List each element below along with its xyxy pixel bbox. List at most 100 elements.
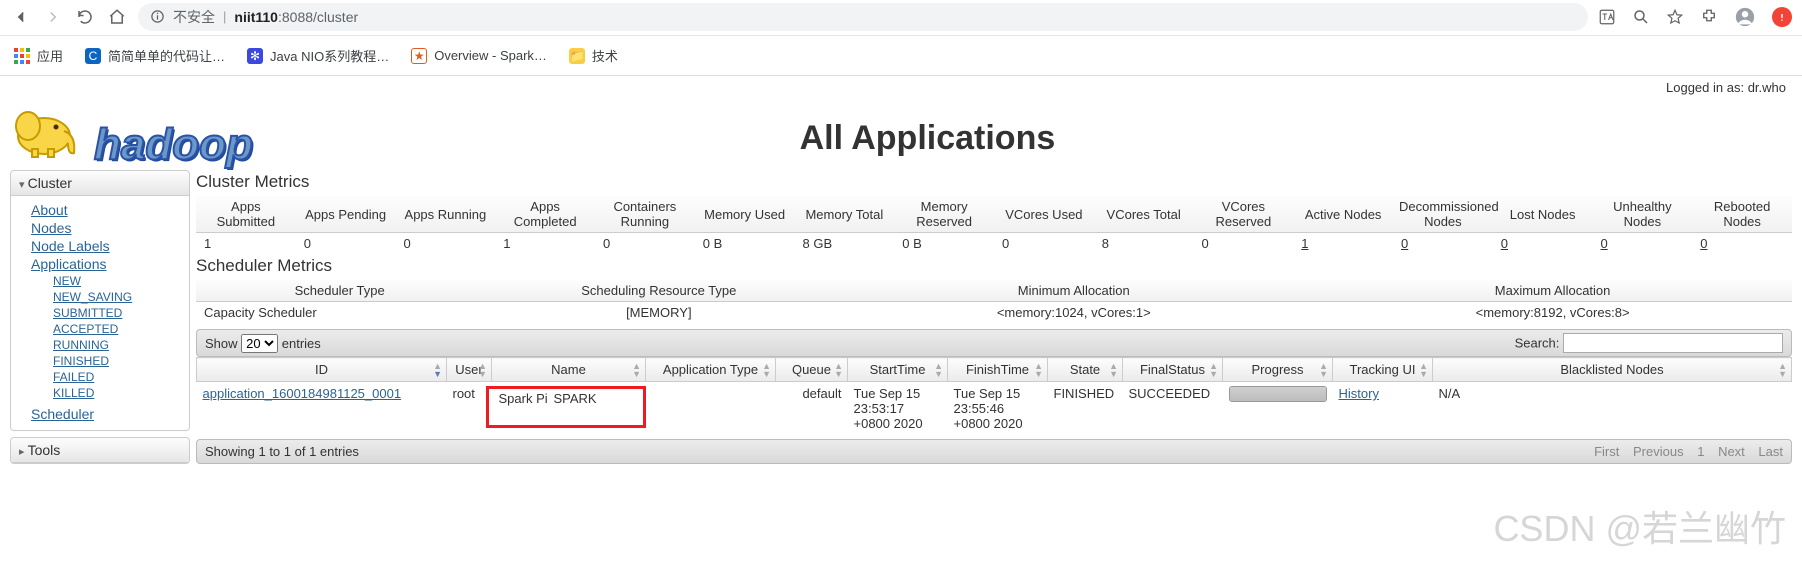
th-id[interactable]: ID▲▼ [197,358,447,382]
extension-icon[interactable] [1700,8,1718,26]
scheduler-metrics-row: Capacity Scheduler [MEMORY] <memory:1024… [196,302,1792,324]
th-active-nodes[interactable]: Active Nodes [1293,196,1393,233]
sidebar-state-failed[interactable]: FAILED [53,370,185,384]
cell-name: Spark Pi SPARK [492,382,646,436]
sidebar-link-node-labels[interactable]: Node Labels [31,238,185,254]
sidebar-head-cluster[interactable]: Cluster [11,171,189,196]
sidebar-state-running[interactable]: RUNNING [53,338,185,352]
th-memory-total[interactable]: Memory Total [795,196,895,233]
apps-button[interactable]: 应用 [14,46,63,65]
pager-1[interactable]: 1 [1697,444,1704,459]
home-button[interactable] [106,6,128,28]
bookmark-1[interactable]: C 简简单单的代码让… [85,46,225,65]
info-icon [150,9,165,24]
th-minimum-allocation[interactable]: Minimum Allocation [834,280,1313,302]
translate-icon[interactable] [1598,8,1616,26]
alert-icon[interactable] [1772,7,1792,27]
th-decommissioned-nodes[interactable]: Decommissioned Nodes [1393,196,1493,233]
sidebar-state-killed[interactable]: KILLED [53,386,185,400]
sidebar-state-new[interactable]: NEW [53,274,185,288]
sidebar: Cluster About Nodes Node Labels Applicat… [10,170,190,470]
table-row: application_1600184981125_0001 root Spar… [197,382,1792,436]
pager-last[interactable]: Last [1758,444,1783,459]
th-memory-used[interactable]: Memory Used [695,196,795,233]
table-info: Showing 1 to 1 of 1 entries [205,444,359,459]
bookmarks-bar: 应用 C 简简单单的代码让… ✻ Java NIO系列教程… ★ Overvie… [0,36,1802,76]
th-maximum-allocation[interactable]: Maximum Allocation [1313,280,1792,302]
pager-next[interactable]: Next [1718,444,1745,459]
th-rebooted-nodes[interactable]: Rebooted Nodes [1692,196,1792,233]
sidebar-link-applications[interactable]: Applications [31,256,185,272]
security-label: 不安全 [173,7,215,27]
th-scheduling-resource-type[interactable]: Scheduling Resource Type [483,280,834,302]
rebooted-nodes-link[interactable]: 0 [1700,236,1707,251]
sidebar-state-finished[interactable]: FINISHED [53,354,185,368]
url-text: niit110:8088/cluster [234,9,358,25]
tracking-link[interactable]: History [1339,386,1379,401]
th-memory-reserved[interactable]: Memory Reserved [894,196,994,233]
forward-button[interactable] [42,6,64,28]
decommissioned-nodes-link[interactable]: 0 [1401,236,1408,251]
bookmark-4[interactable]: 📁 技术 [569,46,618,65]
app-id-link[interactable]: application_1600184981125_0001 [203,386,402,401]
bookmark-label: Java NIO系列教程… [270,46,389,65]
profile-icon[interactable] [1734,6,1756,28]
lost-nodes-link[interactable]: 0 [1501,236,1508,251]
cell-app-type [646,382,776,436]
th-apps-pending[interactable]: Apps Pending [296,196,396,233]
th-scheduler-type[interactable]: Scheduler Type [196,280,483,302]
sidebar-state-submitted[interactable]: SUBMITTED [53,306,185,320]
th-user[interactable]: User▲▼ [447,358,492,382]
bookmark-2[interactable]: ✻ Java NIO系列教程… [247,46,389,65]
th-vcores-total[interactable]: VCores Total [1094,196,1194,233]
page-length-select[interactable]: 20 [241,334,278,353]
progress-bar [1229,386,1327,402]
cell-finish: Tue Sep 15 23:55:46 +0800 2020 [948,382,1048,436]
th-containers-running[interactable]: Containers Running [595,196,695,233]
th-unhealthy-nodes[interactable]: Unhealthy Nodes [1593,196,1693,233]
th-apps-running[interactable]: Apps Running [396,196,496,233]
star-icon[interactable] [1666,8,1684,26]
th-lost-nodes[interactable]: Lost Nodes [1493,196,1593,233]
hadoop-logo: hadoop [0,95,253,170]
active-nodes-link[interactable]: 1 [1301,236,1308,251]
bookmark-3[interactable]: ★ Overview - Spark… [411,48,547,64]
sidebar-state-accepted[interactable]: ACCEPTED [53,322,185,336]
sidebar-link-scheduler[interactable]: Scheduler [31,406,185,422]
th-apps-completed[interactable]: Apps Completed [495,196,595,233]
th-finish[interactable]: FinishTime▲▼ [948,358,1048,382]
unhealthy-nodes-link[interactable]: 0 [1601,236,1608,251]
th-start[interactable]: StartTime▲▼ [848,358,948,382]
pager-first[interactable]: First [1594,444,1619,459]
sidebar-state-new-saving[interactable]: NEW_SAVING [53,290,185,304]
bookmark-label: 技术 [592,46,618,65]
sidebar-head-tools[interactable]: Tools [11,438,189,463]
zoom-icon[interactable] [1632,8,1650,26]
address-bar[interactable]: 不安全 | niit110:8088/cluster [138,3,1588,31]
cm-memory-reserved: 0 B [894,233,994,255]
search-input[interactable] [1563,333,1783,353]
th-blacklist[interactable]: Blacklisted Nodes▲▼ [1433,358,1792,382]
th-app-type[interactable]: Application Type▲▼ [646,358,776,382]
th-fstatus[interactable]: FinalStatus▲▼ [1123,358,1223,382]
pager-prev[interactable]: Previous [1633,444,1684,459]
sm-min-alloc: <memory:1024, vCores:1> [834,302,1313,324]
th-tracking[interactable]: Tracking UI▲▼ [1333,358,1433,382]
sm-resource-type: [MEMORY] [483,302,834,324]
th-vcores-reserved[interactable]: VCores Reserved [1194,196,1294,233]
th-apps-submitted[interactable]: Apps Submitted [196,196,296,233]
show-prefix: Show [205,336,241,351]
th-name[interactable]: Name▲▼ [492,358,646,382]
sidebar-link-about[interactable]: About [31,202,185,218]
bookmark-label: Overview - Spark… [434,48,547,63]
th-state[interactable]: State▲▼ [1048,358,1123,382]
th-vcores-used[interactable]: VCores Used [994,196,1094,233]
back-button[interactable] [10,6,32,28]
th-queue[interactable]: Queue▲▼ [776,358,848,382]
scheduler-metrics-table: Scheduler Type Scheduling Resource Type … [196,280,1792,323]
th-progress[interactable]: Progress▲▼ [1223,358,1333,382]
reload-button[interactable] [74,6,96,28]
apps-grid-icon [14,48,30,64]
bookmark-icon: C [85,48,101,64]
sidebar-link-nodes[interactable]: Nodes [31,220,185,236]
